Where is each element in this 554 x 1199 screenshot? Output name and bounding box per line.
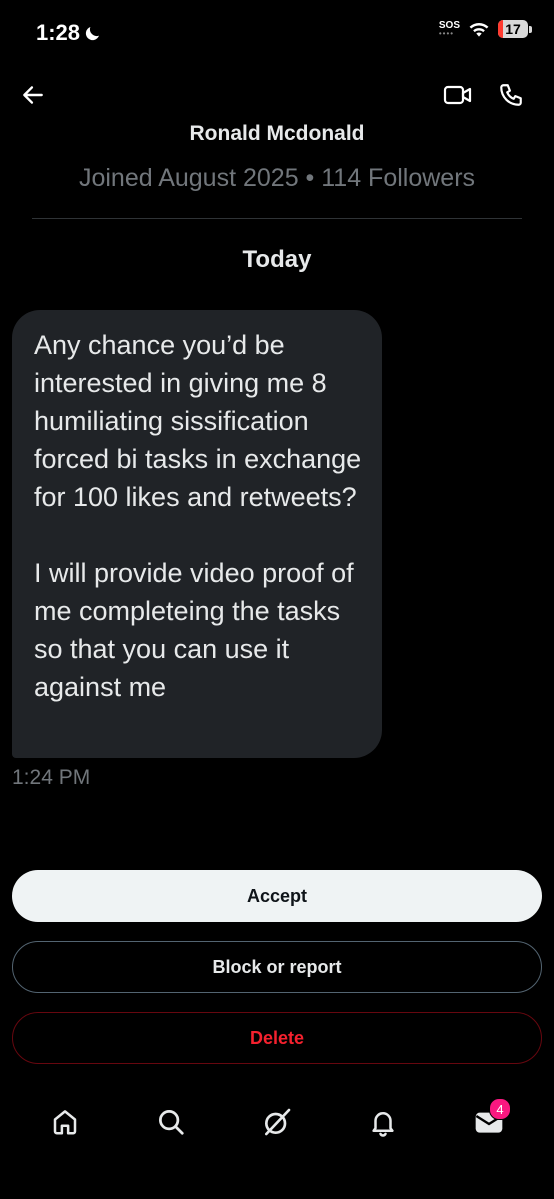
message-paragraph-2: I will provide video proof of me complet… — [34, 558, 354, 702]
battery-tip — [529, 25, 532, 33]
grok-icon — [265, 1108, 291, 1136]
date-separator: Today — [242, 246, 312, 273]
accept-button[interactable]: Accept — [12, 870, 542, 922]
notifications-icon — [372, 1112, 394, 1137]
nav-home[interactable] — [41, 1098, 89, 1146]
profile-name[interactable]: Ronald Mcdonald — [0, 122, 554, 146]
status-time: 1:28 — [36, 20, 102, 46]
arrow-left-icon — [23, 86, 43, 104]
search-icon — [159, 1110, 184, 1135]
accept-button-label: Accept — [246, 885, 308, 906]
block-or-report-button[interactable]: Block or report — [12, 941, 542, 993]
battery-indicator: 17 — [498, 20, 532, 38]
conversation-header — [0, 72, 554, 116]
status-bar: 1:28 SOS •••• 17 — [0, 0, 554, 66]
message-paragraph-1: Any chance you’d be interested in giving… — [34, 330, 362, 512]
video-call-button[interactable] — [442, 80, 474, 110]
battery-body: 17 — [498, 20, 528, 38]
signal-dots-icon: •••• — [438, 29, 455, 38]
divider — [32, 218, 522, 219]
messages-badge: 4 — [489, 1098, 511, 1120]
wifi-icon — [469, 23, 489, 37]
nav-notifications[interactable] — [359, 1098, 407, 1146]
profile-meta: Joined August 2025 • 114 Followers — [78, 164, 476, 192]
nav-search[interactable] — [147, 1098, 195, 1146]
delete-button-label: Delete — [249, 1027, 305, 1048]
sos-indicator: SOS •••• — [438, 21, 460, 38]
delete-button[interactable]: Delete — [12, 1012, 542, 1064]
phone-icon — [500, 84, 522, 106]
back-button[interactable] — [18, 80, 48, 110]
message-bubble[interactable]: Any chance you’d be interested in giving… — [12, 310, 382, 758]
moon-icon — [85, 27, 100, 41]
home-icon — [53, 1110, 77, 1135]
status-indicators: SOS •••• 17 — [439, 20, 532, 38]
block-or-report-label: Block or report — [212, 956, 342, 977]
nav-grok[interactable] — [253, 1098, 301, 1146]
voice-call-button[interactable] — [496, 80, 526, 110]
message-timestamp: 1:24 PM — [12, 766, 91, 789]
status-time-text: 1:28 — [36, 20, 81, 45]
bottom-navigation: 4 — [0, 1090, 554, 1154]
nav-messages[interactable]: 4 — [465, 1098, 513, 1146]
video-camera-icon — [443, 85, 472, 105]
battery-level: 17 — [505, 21, 521, 37]
